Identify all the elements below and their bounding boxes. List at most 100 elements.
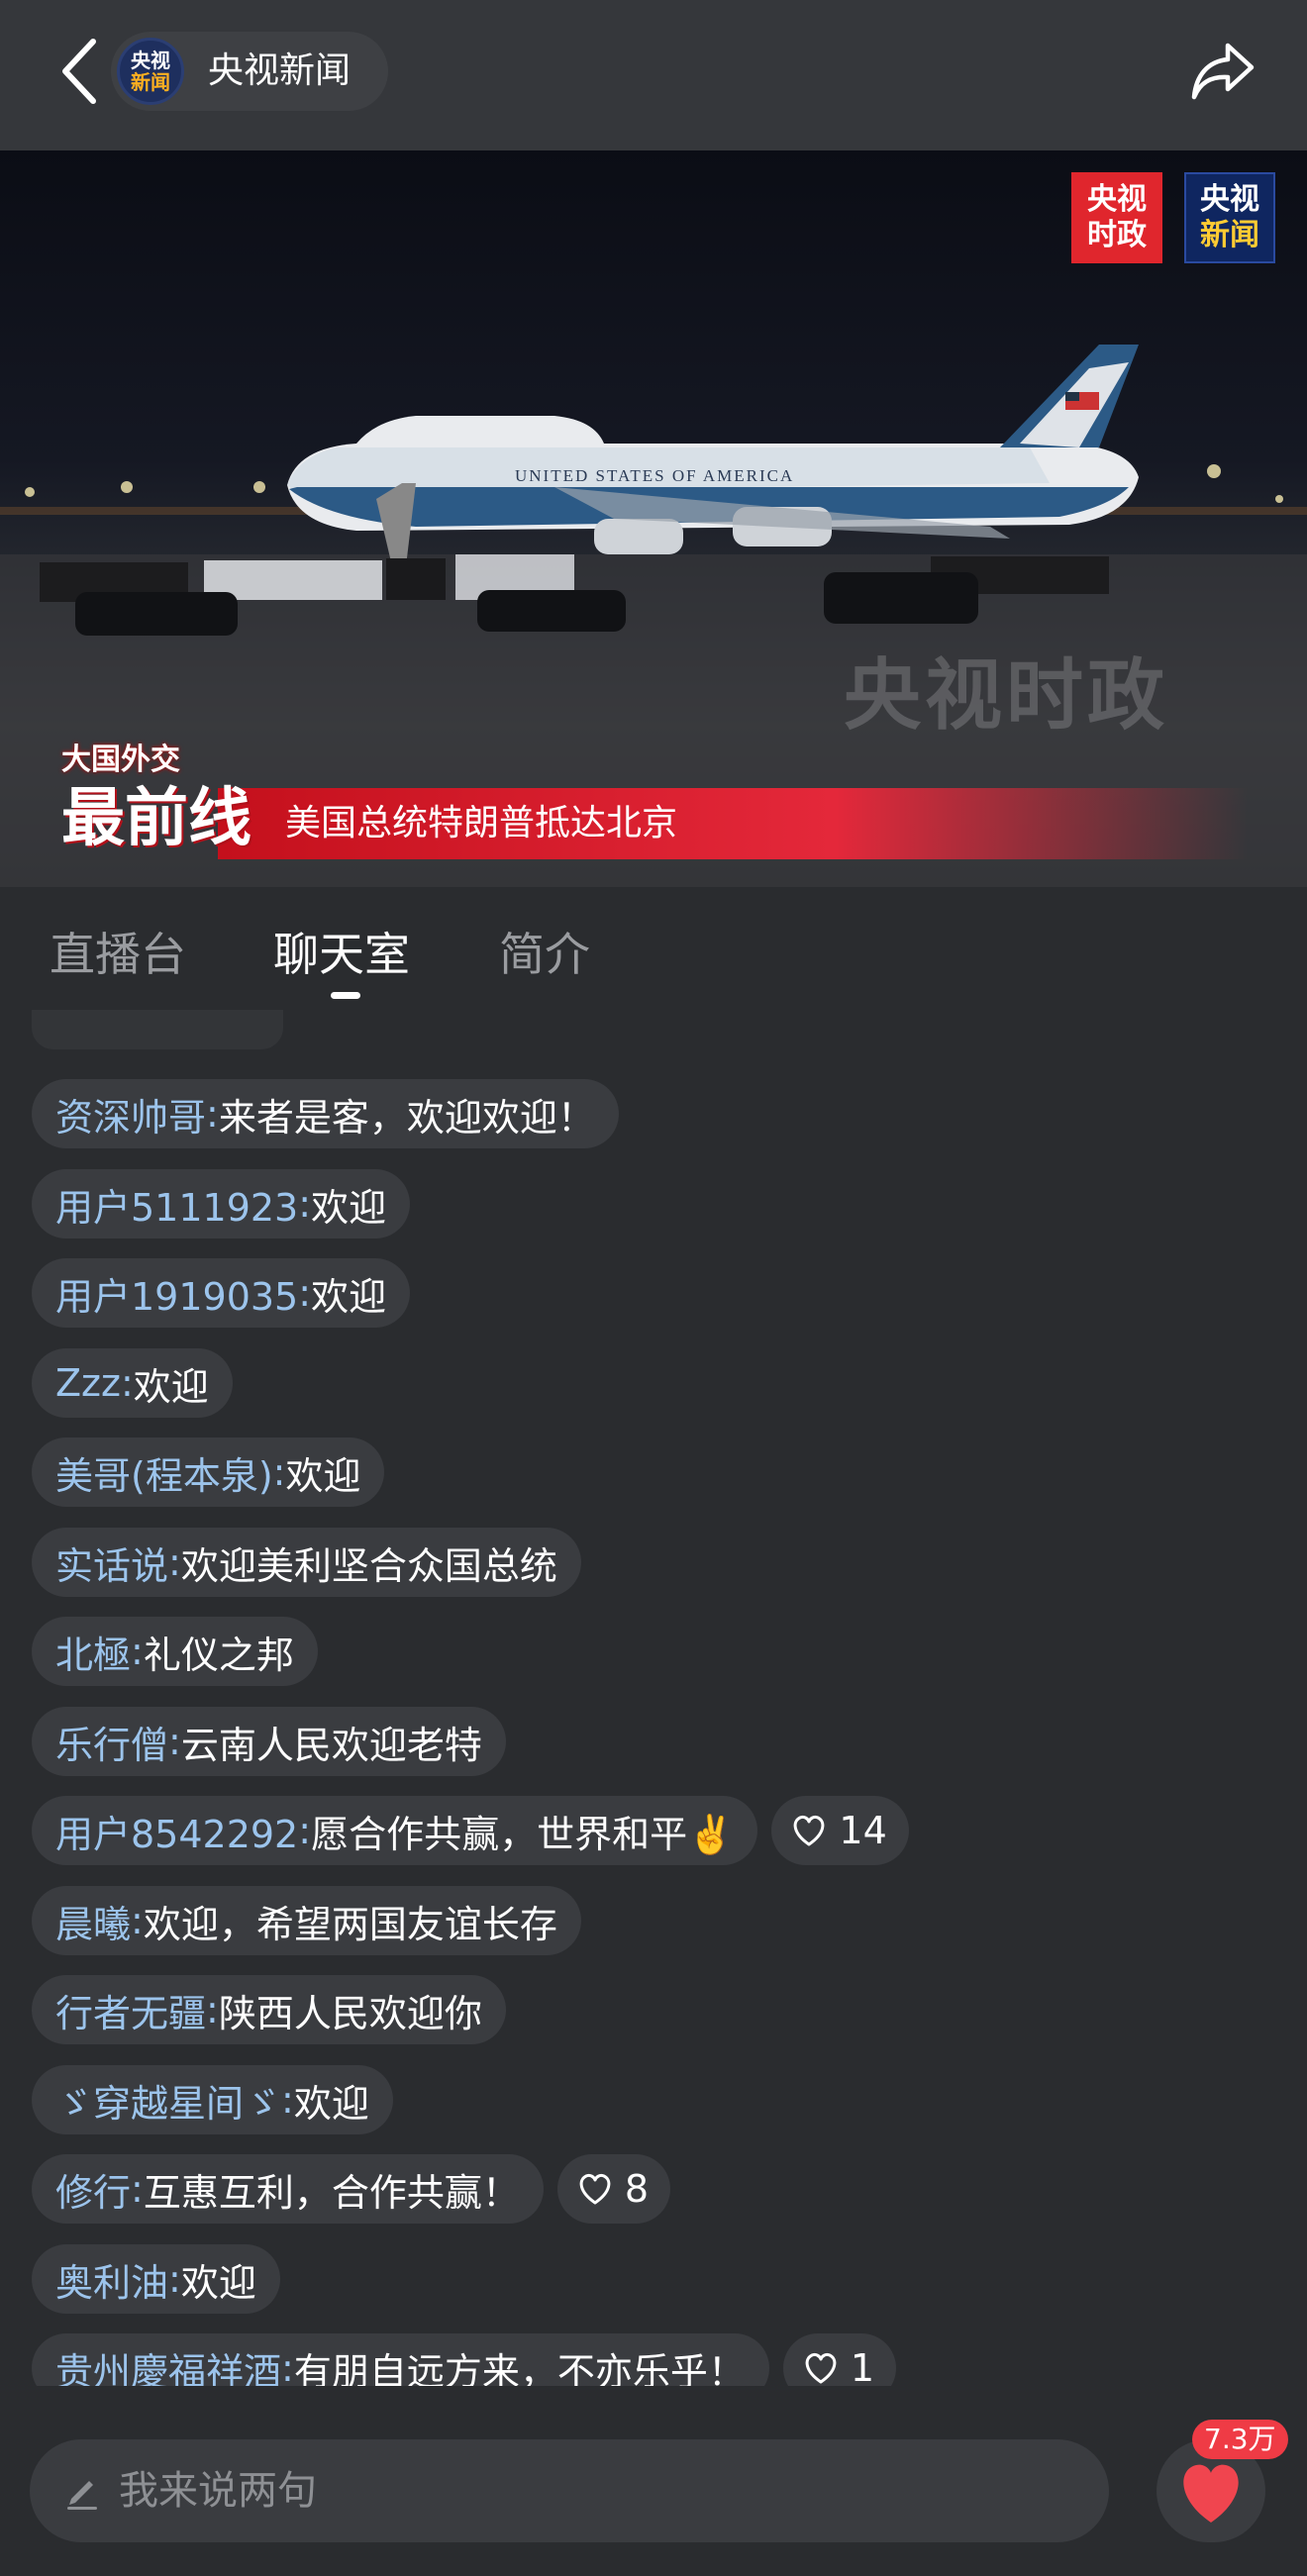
chat-text: 欢迎	[311, 1185, 387, 1230]
tab-chatroom[interactable]: 聊天室	[273, 919, 410, 984]
chat-like-button[interactable]: 8	[556, 2154, 671, 2224]
chat-username[interactable]: 贵州慶福祥酒	[55, 2341, 281, 2387]
chat-username[interactable]: 用户1919035	[55, 1266, 298, 1321]
chat-bubble[interactable]: 用户8542292: 愿合作共赢，世界和平✌️	[32, 1796, 758, 1865]
comment-input-placeholder: 我来说两句	[119, 2468, 317, 2514]
chat-username[interactable]: 用户5111923	[55, 1177, 298, 1232]
chat-text: 云南人民欢迎老特	[180, 1723, 482, 1767]
chat-bubble[interactable]: 行者无疆: 陕西人民欢迎你	[32, 1975, 506, 2044]
chat-bubble[interactable]: 修行: 互惠互利，合作共赢！	[32, 2154, 544, 2224]
chat-username[interactable]: 北極	[55, 1625, 131, 1679]
chat-separator: :	[298, 1809, 312, 1852]
heart-outline-icon	[579, 2173, 611, 2205]
chat-message: 行者无疆: 陕西人民欢迎你	[32, 1975, 506, 2044]
chat-bubble[interactable]: 资深帅哥: 来者是客，欢迎欢迎！	[32, 1079, 619, 1148]
back-button[interactable]	[55, 34, 105, 109]
chat-separator: :	[281, 2346, 294, 2386]
chat-username[interactable]: 奥利油	[55, 2252, 168, 2307]
chat-text: 欢迎	[293, 2081, 369, 2126]
chat-message: 用户8542292: 愿合作共赢，世界和平✌️ 14	[32, 1796, 909, 1865]
chat-text: 有朋自远方来，不亦乐乎！	[293, 2349, 746, 2387]
chat-bubble[interactable]: 美哥(程本泉): 欢迎	[32, 1437, 385, 1507]
chat-like-count: 1	[850, 2346, 875, 2386]
channel-logo: 央视 新闻	[117, 38, 184, 105]
chat-text: 礼仪之邦	[143, 1633, 294, 1677]
chat-text: 欢迎	[180, 2260, 256, 2305]
video-watermark: 央视时政	[844, 651, 1169, 741]
chat-bubble[interactable]: 奥利油: 欢迎	[32, 2244, 280, 2314]
chat-username[interactable]: 实话说	[55, 1536, 168, 1590]
airplane: UNITED STATES OF AMERICA	[287, 345, 1139, 554]
chat-message: 用户1919035: 欢迎	[32, 1258, 411, 1328]
channel-logo-line1: 央视	[131, 49, 170, 72]
chat-bubble[interactable]: 乐行僧: 云南人民欢迎老特	[32, 1707, 506, 1776]
chat-like-button[interactable]: 14	[771, 1796, 909, 1865]
back-arrow-icon	[62, 39, 96, 104]
chat-username[interactable]: 行者无疆	[55, 1983, 206, 2037]
svg-text:UNITED STATES OF AMERICA: UNITED STATES OF AMERICA	[515, 466, 794, 485]
chat-text: 来者是客，欢迎欢迎！	[218, 1095, 595, 1139]
tab-intro[interactable]: 简介	[499, 919, 590, 984]
chat-list[interactable]: 资深帅哥: 来者是客，欢迎欢迎！ 用户5111923: 欢迎 用户1919035: …	[0, 1010, 1307, 2386]
active-tab-indicator	[331, 992, 360, 999]
chat-message: 美哥(程本泉): 欢迎	[32, 1437, 385, 1507]
chat-bubble[interactable]: ゞ穿越星间ゞ: 欢迎	[32, 2065, 393, 2134]
chat-text: 愿合作共赢，世界和平✌️	[311, 1812, 735, 1856]
chat-username[interactable]: 美哥(程本泉)	[55, 1445, 273, 1500]
chat-message: 北極: 礼仪之邦	[32, 1617, 318, 1686]
chat-username[interactable]: 乐行僧	[55, 1715, 168, 1769]
chat-message: 实话说: 欢迎美利坚合众国总统	[32, 1528, 581, 1597]
chat-message: 用户5111923: 欢迎	[32, 1169, 411, 1238]
program-logo: 大国外交 最前线	[61, 735, 259, 865]
heart-outline-icon	[805, 2352, 837, 2384]
share-button[interactable]	[1188, 40, 1257, 105]
chat-separator: :	[281, 2078, 294, 2122]
chat-separator: :	[131, 1899, 144, 1942]
chat-message: 晨曦: 欢迎，希望两国友谊长存	[32, 1886, 581, 1955]
chat-username[interactable]: Zzz	[55, 1361, 121, 1405]
chat-separator: :	[298, 1271, 312, 1315]
chat-username[interactable]: 修行	[55, 2162, 131, 2217]
chat-username[interactable]: 用户8542292	[55, 1804, 298, 1858]
chat-like-button[interactable]: 1	[782, 2333, 897, 2386]
badge-b-line1: 央视	[1200, 182, 1259, 217]
badge-b-line2: 新闻	[1200, 218, 1259, 252]
chat-bubble[interactable]: 北極: 礼仪之邦	[32, 1617, 318, 1686]
chat-bubble[interactable]: 晨曦: 欢迎，希望两国友谊长存	[32, 1886, 581, 1955]
chat-bubble[interactable]: 贵州慶福祥酒: 有朋自远方来，不亦乐乎！	[32, 2333, 769, 2386]
tab-live[interactable]: 直播台	[50, 919, 186, 984]
chat-like-count: 8	[624, 2167, 650, 2211]
channel-logo-line2: 新闻	[131, 70, 170, 94]
chat-username[interactable]: ゞ穿越星间ゞ	[55, 2073, 281, 2128]
chat-message: 乐行僧: 云南人民欢迎老特	[32, 1707, 506, 1776]
chat-message: Zzz: 欢迎	[32, 1348, 233, 1418]
chat-like-count: 14	[839, 1809, 887, 1852]
tab-bar: 直播台 聊天室 简介	[0, 887, 1307, 1010]
chat-separator: :	[131, 1630, 144, 1673]
chat-username[interactable]: 资深帅哥	[55, 1087, 206, 1141]
chat-bubble[interactable]: Zzz: 欢迎	[32, 1348, 233, 1418]
chat-bubble[interactable]: 用户5111923: 欢迎	[32, 1169, 411, 1238]
cctv-news-badge: 央视 新闻	[1184, 172, 1275, 263]
badge-a-line2: 时政	[1087, 218, 1147, 252]
chat-separator: :	[168, 2257, 181, 2301]
chat-message: 贵州慶福祥酒: 有朋自远方来，不亦乐乎！ 1	[32, 2333, 897, 2386]
chat-separator: :	[206, 1988, 219, 2031]
heart-outline-icon	[794, 1815, 825, 1846]
channel-pill[interactable]: 央视 新闻 央视新闻	[111, 32, 388, 111]
share-arrow-icon	[1191, 43, 1255, 100]
video-player[interactable]: UNITED STATES OF AMERICA 央视 时政 央视 新闻 央视时…	[0, 150, 1307, 887]
chat-text: 互惠互利，合作共赢！	[143, 2170, 520, 2215]
chat-bubble[interactable]: 实话说: 欢迎美利坚合众国总统	[32, 1528, 581, 1597]
top-bar: 央视 新闻 央视新闻	[0, 0, 1307, 150]
comment-input[interactable]: 我来说两句	[30, 2439, 1109, 2542]
chat-username[interactable]: 晨曦	[55, 1894, 131, 1948]
program-logo-top: 大国外交	[61, 743, 180, 777]
cctv-politics-badge: 央视 时政	[1071, 172, 1162, 263]
program-logo-big: 最前线	[61, 782, 251, 855]
chat-message: 奥利油: 欢迎	[32, 2244, 280, 2314]
chat-separator: :	[168, 1720, 181, 1763]
badge-a-line1: 央视	[1087, 182, 1147, 217]
chat-bubble[interactable]: 用户1919035: 欢迎	[32, 1258, 411, 1328]
chat-text: 陕西人民欢迎你	[218, 1991, 482, 2035]
